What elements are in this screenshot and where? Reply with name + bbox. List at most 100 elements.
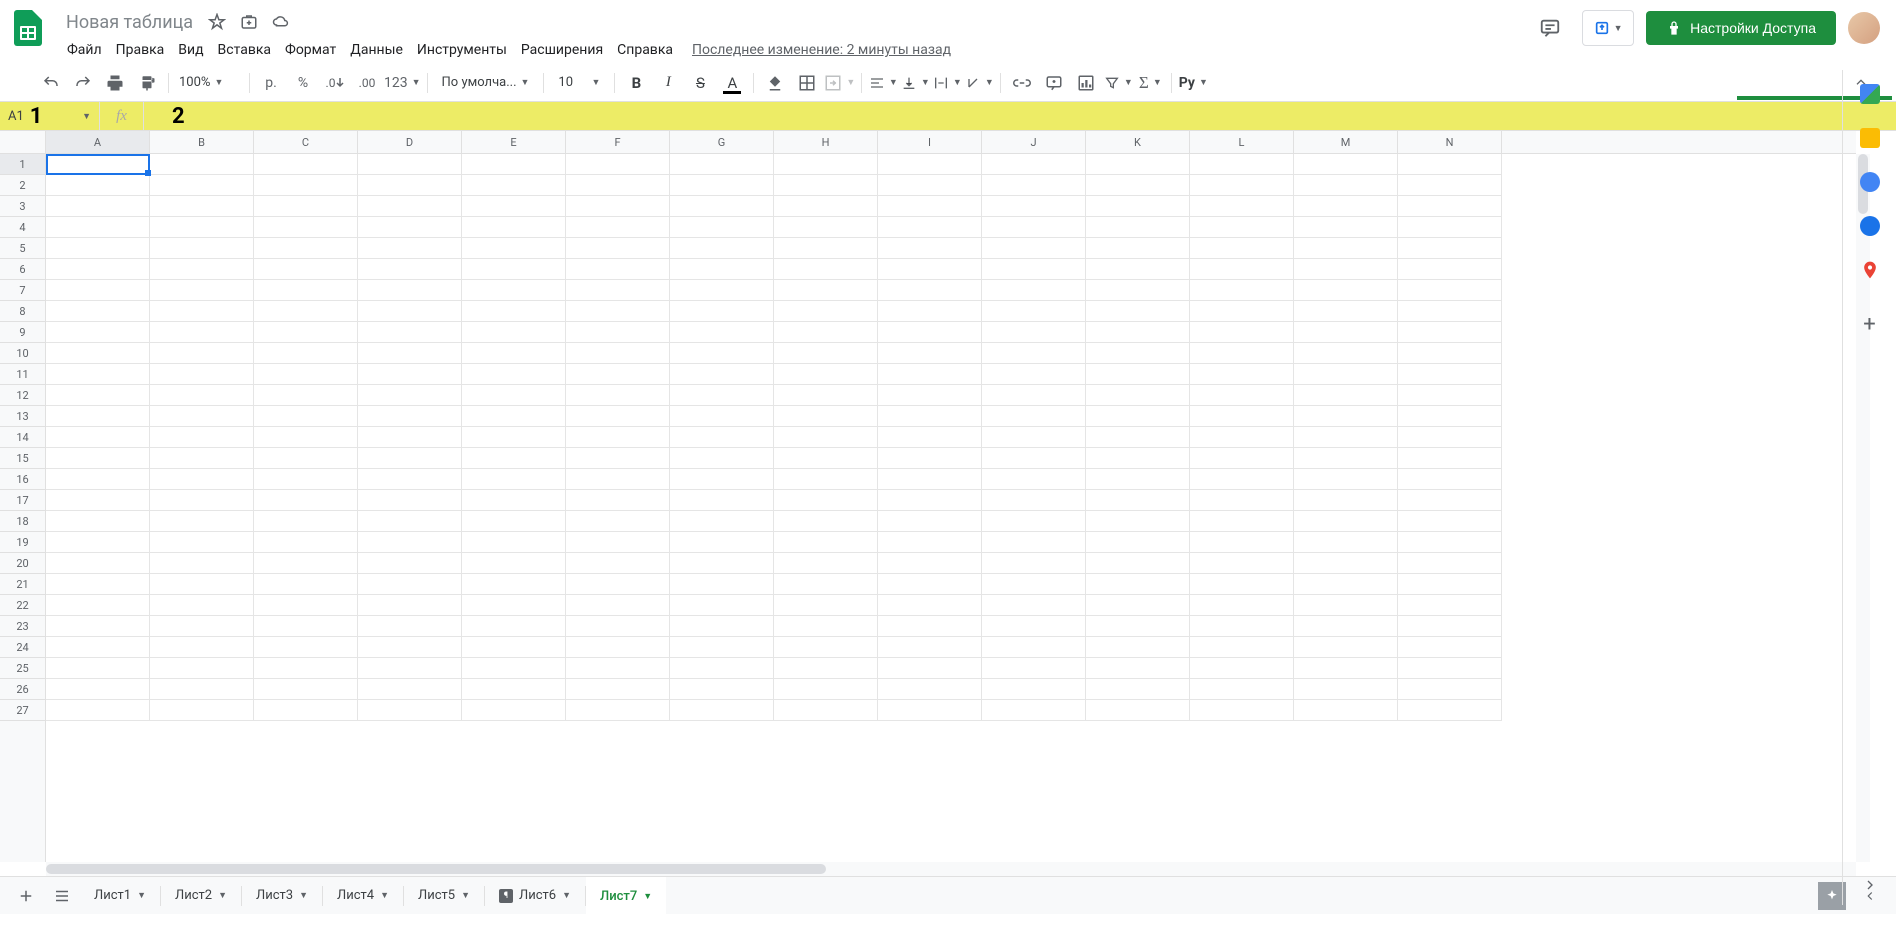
cell[interactable] xyxy=(1398,679,1502,700)
horizontal-scrollbar[interactable] xyxy=(46,862,1856,876)
cell[interactable] xyxy=(1294,658,1398,679)
menu-вид[interactable]: Вид xyxy=(171,38,210,62)
col-header[interactable]: A xyxy=(46,131,150,153)
row-header[interactable]: 16 xyxy=(0,469,45,490)
cell[interactable] xyxy=(1086,490,1190,511)
cell[interactable] xyxy=(1086,595,1190,616)
cell[interactable] xyxy=(1086,322,1190,343)
sheet-tab[interactable]: Лист7▼ xyxy=(586,877,666,915)
cell[interactable] xyxy=(46,385,150,406)
cell[interactable] xyxy=(982,280,1086,301)
sheet-tab[interactable]: Лист1▼ xyxy=(80,877,160,915)
cell[interactable] xyxy=(150,322,254,343)
cell[interactable] xyxy=(150,196,254,217)
cell[interactable] xyxy=(566,658,670,679)
cell[interactable] xyxy=(670,448,774,469)
cell[interactable] xyxy=(878,385,982,406)
redo-button[interactable] xyxy=(68,70,98,96)
cell[interactable] xyxy=(878,406,982,427)
cell[interactable] xyxy=(150,616,254,637)
cell[interactable] xyxy=(254,217,358,238)
cell[interactable] xyxy=(774,301,878,322)
cell[interactable] xyxy=(566,301,670,322)
cell[interactable] xyxy=(358,511,462,532)
cell[interactable] xyxy=(1086,448,1190,469)
cell[interactable] xyxy=(670,658,774,679)
sheet-tab[interactable]: Лист4▼ xyxy=(323,877,403,915)
cell[interactable] xyxy=(878,343,982,364)
cell[interactable] xyxy=(254,511,358,532)
cell[interactable] xyxy=(878,511,982,532)
cell[interactable] xyxy=(1294,259,1398,280)
cell[interactable] xyxy=(878,322,982,343)
cell[interactable] xyxy=(982,427,1086,448)
row-header[interactable]: 7 xyxy=(0,280,45,301)
cell[interactable] xyxy=(254,154,358,175)
cell[interactable] xyxy=(1294,175,1398,196)
cell[interactable] xyxy=(774,154,878,175)
cell[interactable] xyxy=(358,595,462,616)
cell[interactable] xyxy=(1190,154,1294,175)
cell[interactable] xyxy=(358,469,462,490)
cell[interactable] xyxy=(358,196,462,217)
cell[interactable] xyxy=(878,595,982,616)
formula-bar[interactable]: 2 xyxy=(144,102,1896,130)
cell[interactable] xyxy=(878,238,982,259)
cell[interactable] xyxy=(774,259,878,280)
cell[interactable] xyxy=(774,532,878,553)
cell[interactable] xyxy=(1398,595,1502,616)
cell[interactable] xyxy=(878,154,982,175)
cell[interactable] xyxy=(670,511,774,532)
cell[interactable] xyxy=(878,196,982,217)
col-header[interactable]: G xyxy=(670,131,774,153)
row-header[interactable]: 23 xyxy=(0,616,45,637)
cell[interactable] xyxy=(358,574,462,595)
cell[interactable] xyxy=(982,301,1086,322)
cell[interactable] xyxy=(1190,322,1294,343)
cell[interactable] xyxy=(982,532,1086,553)
cell[interactable] xyxy=(254,427,358,448)
cell[interactable] xyxy=(774,175,878,196)
cell[interactable] xyxy=(46,406,150,427)
row-header[interactable]: 20 xyxy=(0,553,45,574)
cell[interactable] xyxy=(670,469,774,490)
cell[interactable] xyxy=(358,700,462,721)
cell[interactable] xyxy=(150,532,254,553)
number-format-button[interactable]: 123▼ xyxy=(384,70,421,96)
wrap-button[interactable]: ▼ xyxy=(932,70,962,96)
cell[interactable] xyxy=(462,553,566,574)
col-header[interactable]: C xyxy=(254,131,358,153)
cell[interactable] xyxy=(670,637,774,658)
cell[interactable] xyxy=(1294,448,1398,469)
cell[interactable] xyxy=(1086,679,1190,700)
doc-title[interactable]: Новая таблица xyxy=(60,10,199,35)
cell[interactable] xyxy=(1294,343,1398,364)
row-header[interactable]: 21 xyxy=(0,574,45,595)
cell[interactable] xyxy=(1190,469,1294,490)
cell[interactable] xyxy=(774,322,878,343)
cell[interactable] xyxy=(982,616,1086,637)
cell[interactable] xyxy=(1190,511,1294,532)
col-header[interactable]: I xyxy=(878,131,982,153)
cell[interactable] xyxy=(1398,448,1502,469)
cell[interactable] xyxy=(878,427,982,448)
cell[interactable] xyxy=(982,217,1086,238)
row-header[interactable]: 15 xyxy=(0,448,45,469)
row-header[interactable]: 13 xyxy=(0,406,45,427)
cell[interactable] xyxy=(670,427,774,448)
cell[interactable] xyxy=(358,490,462,511)
cell[interactable] xyxy=(1190,259,1294,280)
row-header[interactable]: 9 xyxy=(0,322,45,343)
cell[interactable] xyxy=(254,385,358,406)
cell[interactable] xyxy=(462,238,566,259)
cell[interactable] xyxy=(670,364,774,385)
bold-button[interactable]: B xyxy=(621,70,651,96)
col-header[interactable]: N xyxy=(1398,131,1502,153)
cell[interactable] xyxy=(462,280,566,301)
cell[interactable] xyxy=(1398,259,1502,280)
cell[interactable] xyxy=(1190,595,1294,616)
cell[interactable] xyxy=(982,196,1086,217)
cell[interactable] xyxy=(254,490,358,511)
merge-button[interactable]: ▼ xyxy=(824,70,855,96)
row-header[interactable]: 25 xyxy=(0,658,45,679)
